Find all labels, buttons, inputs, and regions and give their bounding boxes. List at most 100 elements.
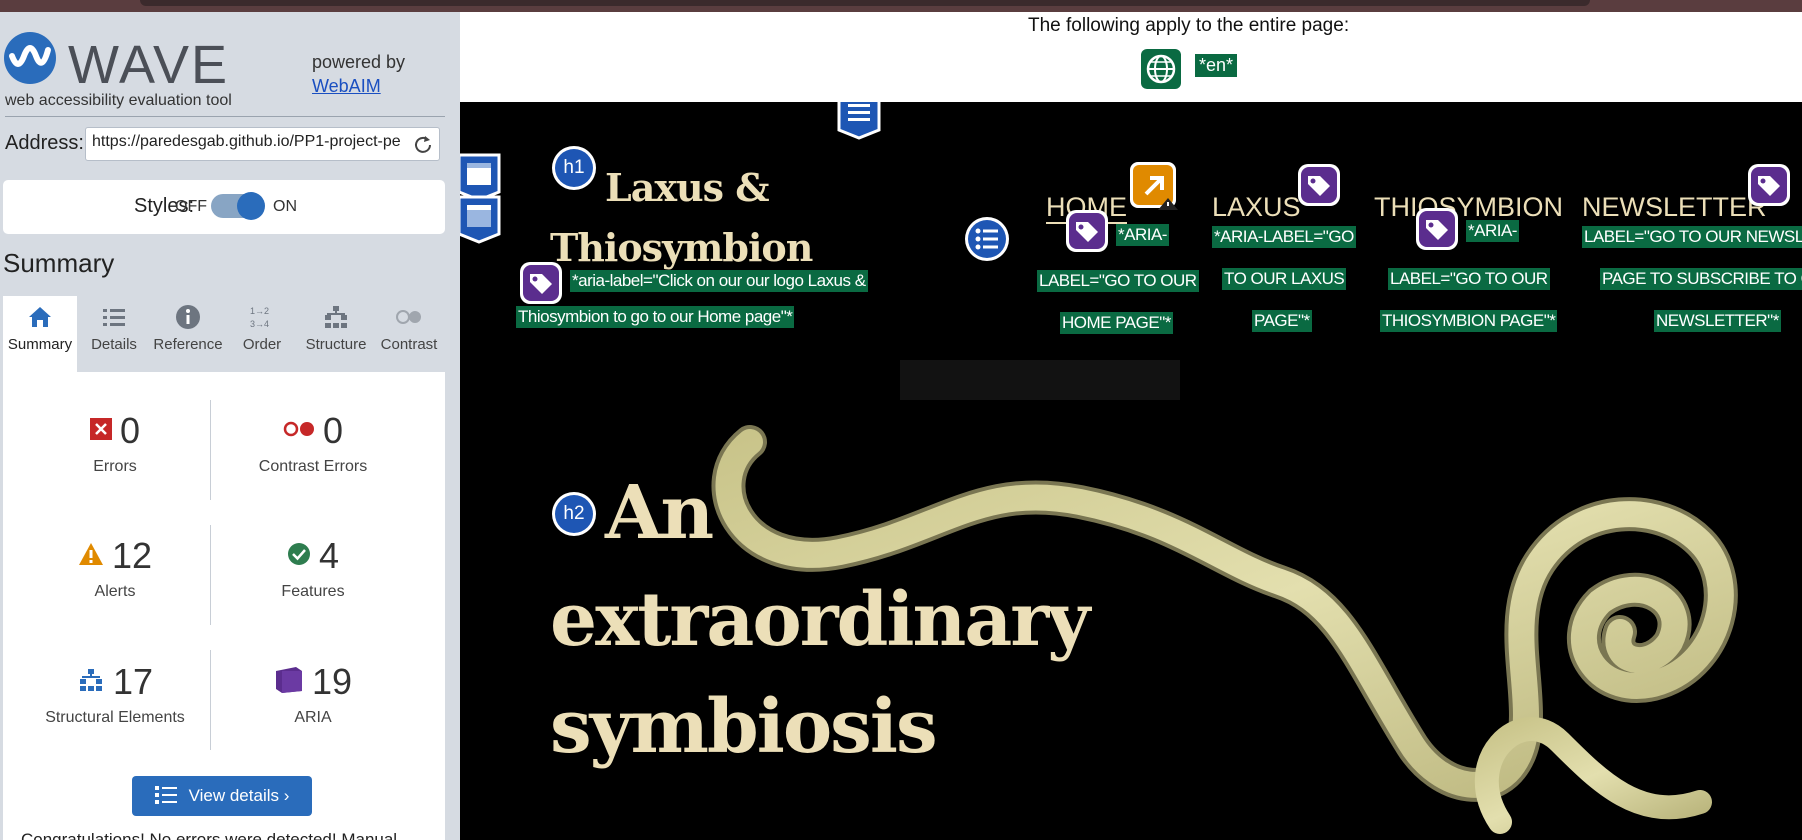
language-globe-icon[interactable] — [1141, 49, 1181, 89]
home-aria-label: HOME PAGE"* — [1060, 312, 1173, 334]
stat-structural[interactable]: 17 Structural Elements — [15, 661, 215, 727]
aria-icon — [274, 665, 304, 700]
alert-icon — [78, 542, 104, 571]
tab-label: Summary — [7, 336, 73, 353]
tab-label: Order — [242, 336, 282, 353]
newsletter-aria-label: NEWSLETTER"* — [1654, 310, 1781, 332]
thiosymbion-aria-label: THIOSYMBION PAGE"* — [1380, 310, 1558, 332]
laxus-aria-label: *ARIA-LABEL="GO — [1212, 226, 1356, 248]
hero-line-2: extraordinary — [550, 577, 1090, 663]
nav-thiosymbion-link[interactable]: THIOSYMBION — [1374, 192, 1563, 223]
powered-by: powered by WebAIM — [312, 50, 405, 98]
hero-line-1: An — [605, 470, 714, 556]
laxus-aria-label: PAGE"* — [1252, 310, 1312, 332]
congrats-message: Congratulations! No errors were detected… — [21, 830, 398, 840]
banner-landmark-icon[interactable] — [460, 194, 502, 244]
contrast-errors-label: Contrast Errors — [258, 458, 368, 475]
features-label: Features — [281, 583, 345, 600]
tab-label: Contrast — [380, 336, 438, 353]
svg-text:3→4: 3→4 — [250, 319, 269, 329]
wave-logo-text: WAVE — [68, 35, 230, 95]
tab-summary[interactable]: Summary — [3, 296, 77, 372]
redundant-link-alert-icon[interactable] — [1128, 160, 1180, 212]
errors-label: Errors — [93, 458, 137, 475]
contrast-error-icon — [283, 421, 315, 442]
navigation-landmark-icon[interactable] — [836, 102, 882, 140]
styles-off-label: OFF — [175, 198, 207, 215]
address-label: Address: — [5, 132, 84, 154]
summary-panel: 0 Errors 0 Contrast Errors 12 Alerts 4 F… — [3, 372, 445, 840]
tab-structure[interactable]: Structure — [299, 296, 373, 372]
home-aria-label: *ARIA- — [1116, 224, 1169, 246]
browser-tab-strip — [140, 0, 1590, 6]
wave-tabs: Summary Details Reference 1→2 3→4 Order S… — [3, 296, 445, 372]
alerts-label: Alerts — [94, 583, 136, 600]
stat-features[interactable]: 4 Features — [213, 535, 413, 601]
stat-errors[interactable]: 0 Errors — [15, 410, 215, 476]
view-details-button[interactable]: View details › — [132, 776, 312, 816]
newsletter-aria-label: LABEL="GO TO OUR NEWSLE — [1582, 226, 1802, 248]
wave-logo-icon — [4, 32, 56, 84]
site-logo-text[interactable]: Laxus & Thiosymbion — [550, 158, 813, 278]
structural-count: 17 — [112, 661, 154, 702]
tab-details[interactable]: Details — [77, 296, 151, 372]
powered-by-label: powered by — [312, 52, 406, 72]
webaim-link[interactable]: WebAIM — [312, 76, 381, 96]
aria-label: ARIA — [294, 709, 332, 726]
brand-line-2: Thiosymbion — [550, 225, 813, 270]
nav-laxus-link[interactable]: LAXUS — [1212, 192, 1301, 223]
order-icon: 1→2 3→4 — [248, 304, 276, 330]
aria-label-tag-icon[interactable] — [1064, 208, 1110, 254]
address-input[interactable]: https://paredesgab.github.io/PP1-project… — [85, 127, 440, 161]
tab-label: Structure — [305, 336, 367, 353]
toggle-knob[interactable] — [237, 192, 265, 220]
view-details-label: View details › — [188, 786, 290, 805]
thiosymbion-aria-label: LABEL="GO TO OUR — [1388, 268, 1550, 290]
stat-alerts[interactable]: 12 Alerts — [15, 535, 215, 601]
aria-label-tag-icon[interactable] — [1296, 162, 1342, 208]
page-preview: h1 Laxus & Thiosymbion *aria-label="Clic… — [460, 102, 1802, 840]
tab-contrast[interactable]: Contrast — [373, 296, 445, 372]
home-aria-label: LABEL="GO TO OUR — [1037, 270, 1199, 292]
page-level-annotations: The following apply to the entire page: … — [460, 12, 1802, 102]
structure-icon — [77, 668, 105, 697]
list-icon — [154, 786, 177, 804]
newsletter-aria-label: PAGE TO SUBSCRIBE TO O — [1600, 268, 1802, 290]
tab-reference[interactable]: Reference — [151, 296, 225, 372]
aria-label-tag-icon[interactable] — [518, 260, 564, 306]
aria-label-tag-icon[interactable] — [1414, 206, 1460, 252]
address-value: https://paredesgab.github.io/PP1-project… — [92, 133, 401, 150]
aria-label-tag-icon[interactable] — [1746, 162, 1792, 208]
apply-text: The following apply to the entire page: — [1028, 15, 1350, 36]
alerts-count: 12 — [111, 535, 153, 576]
hero-heading: An extraordinary symbiosis — [550, 460, 1090, 781]
features-count: 4 — [318, 535, 340, 576]
feature-check-icon — [287, 542, 311, 571]
wave-tagline: web accessibility evaluation tool — [5, 92, 232, 109]
info-icon — [174, 304, 202, 330]
aria-count: 19 — [311, 661, 353, 702]
styles-on-label: ON — [273, 198, 297, 215]
svg-text:1→2: 1→2 — [250, 306, 269, 316]
home-icon — [26, 304, 54, 330]
styles-toggle[interactable] — [211, 192, 265, 220]
tab-label: Details — [91, 336, 137, 353]
unordered-list-icon[interactable] — [963, 215, 1011, 263]
contrast-icon — [395, 304, 423, 330]
tab-label: Reference — [153, 336, 223, 353]
stat-aria[interactable]: 19 ARIA — [213, 661, 413, 727]
tab-order[interactable]: 1→2 3→4 Order — [225, 296, 299, 372]
summary-heading: Summary — [3, 248, 115, 278]
structural-label: Structural Elements — [45, 709, 185, 726]
styles-toggle-box: Styles: OFF ON — [3, 180, 445, 234]
language-tag: *en* — [1195, 54, 1238, 77]
stat-contrast-errors[interactable]: 0 Contrast Errors — [213, 410, 413, 476]
brand-line-1: Laxus & — [605, 165, 770, 210]
hero-line-3: symbiosis — [550, 684, 938, 770]
browser-top-bar — [0, 0, 1802, 12]
reload-icon[interactable] — [413, 134, 433, 154]
nav-newsletter-link[interactable]: NEWSLETTER — [1582, 192, 1767, 223]
logo-aria-label-line-1: *aria-label="Click on our our logo Laxus… — [570, 270, 868, 292]
structure-icon — [322, 304, 350, 330]
errors-count: 0 — [119, 410, 141, 451]
